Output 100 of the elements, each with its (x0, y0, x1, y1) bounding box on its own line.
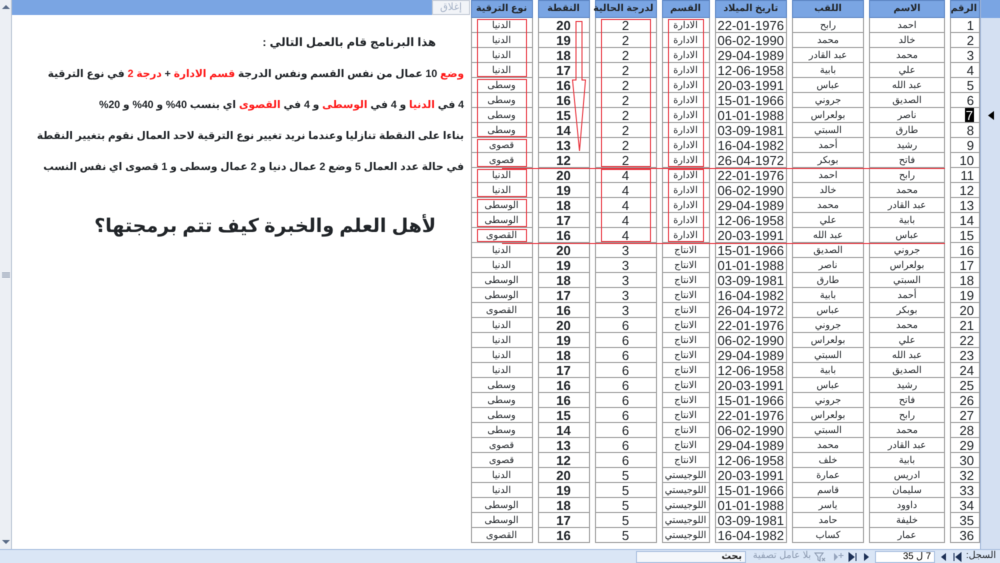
nav-button[interactable] (847, 550, 858, 562)
table-cell: رابح (869, 408, 945, 423)
table-cell: 35 (950, 513, 980, 528)
annotation-box (476, 229, 526, 242)
table-cell: عبد الله (869, 78, 945, 93)
table-cell: علي (792, 213, 864, 228)
table-cell: 2 (594, 63, 656, 78)
table-cell: 23 (950, 348, 980, 363)
table-cell: 6 (594, 318, 656, 333)
search-field[interactable]: بحث (636, 550, 746, 562)
table-cell: 26 (950, 393, 980, 408)
column-header[interactable]: اللقب (792, 0, 864, 18)
filter-icon (814, 552, 826, 562)
table-cell: الانتاج (662, 258, 710, 273)
table-cell: 36 (950, 528, 980, 543)
table-cell: وسطى (470, 78, 532, 93)
table-cell: 13 (538, 138, 590, 153)
vertical-scrollbar[interactable] (0, 0, 12, 549)
table-cell: 6 (594, 453, 656, 468)
table-cell: رابح (869, 168, 945, 183)
table-cell: احمد (869, 18, 945, 33)
table-cell: 12-06-1958 (714, 453, 787, 468)
table-cell: 26-04-1972 (714, 153, 787, 168)
table-cell: 7 (950, 108, 980, 123)
table-cell: الادارة (662, 153, 710, 168)
table-cell: حامد (792, 513, 864, 528)
table-cell: عباس (792, 378, 864, 393)
table-cell: 19 (538, 333, 590, 348)
nav-button[interactable] (952, 550, 964, 562)
record-number-field[interactable]: 7 ل 35 (875, 550, 936, 562)
scroll-grip-icon[interactable] (2, 272, 10, 278)
table-cell: الادارة (662, 123, 710, 138)
column-header[interactable]: الاسم (869, 0, 945, 18)
table-cell: 20-03-1991 (714, 468, 787, 483)
column-header[interactable]: تاريخ الميلاد (714, 0, 787, 18)
table-cell: 19 (538, 183, 590, 198)
table-cell: 20-03-1991 (714, 78, 787, 93)
table-cell: 2 (594, 78, 656, 93)
table-cell: 11 (950, 168, 980, 183)
table-cell: ناصر (792, 258, 864, 273)
table-cell: الدنيا (470, 48, 532, 63)
table-cell: 12 (950, 183, 980, 198)
table-cell: 16-04-1982 (714, 288, 787, 303)
table-cell: الانتاج (662, 453, 710, 468)
table-cell: 15 (538, 108, 590, 123)
table-cell: 20-03-1991 (714, 378, 787, 393)
table-cell: 34 (950, 498, 980, 513)
table-cell: 32 (950, 468, 980, 483)
table-cell: أحمد (869, 288, 945, 303)
table-cell: 12-06-1958 (714, 63, 787, 78)
table-cell: اللوجيستي (662, 513, 710, 528)
column-header[interactable]: القسم (662, 0, 710, 18)
table-cell: وسطى (470, 393, 532, 408)
table-cell: 01-01-1988 (714, 258, 787, 273)
table-cell: الانتاج (662, 333, 710, 348)
table-cell: 16-04-1982 (714, 528, 787, 543)
table-cell: 06-02-1990 (714, 33, 787, 48)
table-cell: السبتي (792, 123, 864, 138)
table-cell: 15-01-1966 (714, 393, 787, 408)
scroll-down-icon[interactable] (2, 539, 10, 545)
table-cell: الادارة (662, 213, 710, 228)
note-paragraph: في حالة عدد العمال 5 وضع 2 عمال دنيا و 2 عمال وسطى و 1 قصوى اي نفس النسب (42, 160, 464, 175)
table-cell: الادارة (662, 78, 710, 93)
table-cell: طارق (792, 273, 864, 288)
table-cell: الدنيا (470, 348, 532, 363)
table-cell: 9 (950, 138, 980, 153)
table-cell: 17 (538, 288, 590, 303)
table-cell: 25 (950, 378, 980, 393)
table-cell: الوسطى (470, 213, 532, 228)
column-header[interactable]: نوع الترقية (470, 0, 532, 18)
table-cell: بولعراس (792, 408, 864, 423)
table-cell: الادارة (662, 93, 710, 108)
table-cell: 15-01-1966 (714, 243, 787, 258)
table-cell: الوسطى (470, 288, 532, 303)
table-cell: الانتاج (662, 408, 710, 423)
table-cell: 17 (538, 513, 590, 528)
table-cell: 18 (538, 48, 590, 63)
annotation-box (476, 79, 526, 137)
table-cell: 16-04-1982 (714, 138, 787, 153)
table-cell: 06-02-1990 (714, 423, 787, 438)
table-cell: محمد (869, 183, 945, 198)
table-cell: الدنيا (470, 63, 532, 78)
column-header[interactable]: الرقم (950, 0, 980, 18)
table-cell: 01-01-1988 (714, 498, 787, 513)
table-cell: 20 (538, 468, 590, 483)
scroll-up-icon[interactable] (2, 4, 10, 10)
table-cell: الوسطى (470, 498, 532, 513)
table-cell: 20 (538, 318, 590, 333)
annotation-box (476, 169, 526, 197)
table-cell: 14 (538, 423, 590, 438)
table-cell: 12 (538, 453, 590, 468)
table-cell: 20 (950, 303, 980, 318)
table-cell: 6 (950, 93, 980, 108)
table-cell: وسطى (470, 423, 532, 438)
column-header[interactable]: النقطة (538, 0, 590, 18)
table-cell: الادارة (662, 198, 710, 213)
table-cell: محمد (792, 33, 864, 48)
table-cell: 4 (950, 63, 980, 78)
table-cell: 6 (594, 363, 656, 378)
table-cell: 06-02-1990 (714, 183, 787, 198)
